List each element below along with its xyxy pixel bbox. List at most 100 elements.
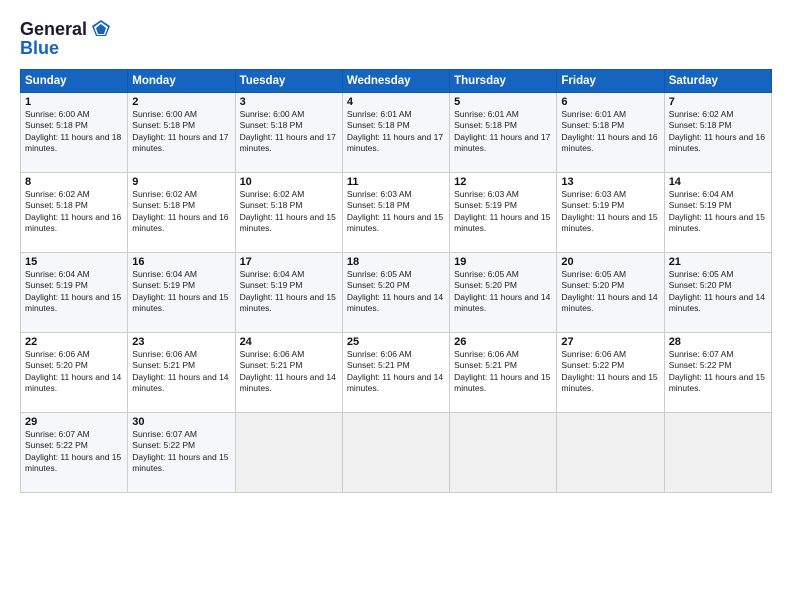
day-info: Sunrise: 6:04 AMSunset: 5:19 PMDaylight:… xyxy=(240,269,338,315)
day-info: Sunrise: 6:00 AMSunset: 5:18 PMDaylight:… xyxy=(240,109,338,155)
day-info: Sunrise: 6:02 AMSunset: 5:18 PMDaylight:… xyxy=(240,189,338,235)
day-number: 28 xyxy=(669,336,767,348)
day-info: Sunrise: 6:01 AMSunset: 5:18 PMDaylight:… xyxy=(454,109,552,155)
calendar-day-cell: 12Sunrise: 6:03 AMSunset: 5:19 PMDayligh… xyxy=(450,173,557,253)
day-info: Sunrise: 6:05 AMSunset: 5:20 PMDaylight:… xyxy=(669,269,767,315)
day-info: Sunrise: 6:00 AMSunset: 5:18 PMDaylight:… xyxy=(132,109,230,155)
calendar-week-row: 29Sunrise: 6:07 AMSunset: 5:22 PMDayligh… xyxy=(21,413,772,493)
day-info: Sunrise: 6:07 AMSunset: 5:22 PMDaylight:… xyxy=(25,429,123,475)
calendar-day-cell: 5Sunrise: 6:01 AMSunset: 5:18 PMDaylight… xyxy=(450,93,557,173)
day-number: 12 xyxy=(454,176,552,188)
logo-flag-icon xyxy=(90,18,112,40)
day-info: Sunrise: 6:04 AMSunset: 5:19 PMDaylight:… xyxy=(669,189,767,235)
day-number: 19 xyxy=(454,256,552,268)
day-number: 27 xyxy=(561,336,659,348)
day-number: 15 xyxy=(25,256,123,268)
day-info: Sunrise: 6:00 AMSunset: 5:18 PMDaylight:… xyxy=(25,109,123,155)
calendar-week-row: 8Sunrise: 6:02 AMSunset: 5:18 PMDaylight… xyxy=(21,173,772,253)
day-info: Sunrise: 6:06 AMSunset: 5:21 PMDaylight:… xyxy=(240,349,338,395)
day-info: Sunrise: 6:02 AMSunset: 5:18 PMDaylight:… xyxy=(669,109,767,155)
day-info: Sunrise: 6:06 AMSunset: 5:20 PMDaylight:… xyxy=(25,349,123,395)
logo-general-text: General xyxy=(20,19,87,40)
day-number: 22 xyxy=(25,336,123,348)
calendar-day-cell: 20Sunrise: 6:05 AMSunset: 5:20 PMDayligh… xyxy=(557,253,664,333)
day-info: Sunrise: 6:07 AMSunset: 5:22 PMDaylight:… xyxy=(132,429,230,475)
day-number: 9 xyxy=(132,176,230,188)
calendar-day-cell: 22Sunrise: 6:06 AMSunset: 5:20 PMDayligh… xyxy=(21,333,128,413)
day-number: 29 xyxy=(25,416,123,428)
calendar-day-cell xyxy=(557,413,664,493)
calendar-week-row: 1Sunrise: 6:00 AMSunset: 5:18 PMDaylight… xyxy=(21,93,772,173)
day-number: 11 xyxy=(347,176,445,188)
weekday-header-cell: Monday xyxy=(128,70,235,93)
weekday-header-cell: Tuesday xyxy=(235,70,342,93)
logo: General Blue xyxy=(20,18,112,59)
day-number: 4 xyxy=(347,96,445,108)
day-info: Sunrise: 6:04 AMSunset: 5:19 PMDaylight:… xyxy=(25,269,123,315)
day-info: Sunrise: 6:07 AMSunset: 5:22 PMDaylight:… xyxy=(669,349,767,395)
calendar-day-cell: 2Sunrise: 6:00 AMSunset: 5:18 PMDaylight… xyxy=(128,93,235,173)
day-info: Sunrise: 6:06 AMSunset: 5:21 PMDaylight:… xyxy=(454,349,552,395)
calendar-day-cell: 16Sunrise: 6:04 AMSunset: 5:19 PMDayligh… xyxy=(128,253,235,333)
day-info: Sunrise: 6:05 AMSunset: 5:20 PMDaylight:… xyxy=(347,269,445,315)
day-info: Sunrise: 6:02 AMSunset: 5:18 PMDaylight:… xyxy=(132,189,230,235)
day-info: Sunrise: 6:06 AMSunset: 5:21 PMDaylight:… xyxy=(132,349,230,395)
calendar-day-cell: 13Sunrise: 6:03 AMSunset: 5:19 PMDayligh… xyxy=(557,173,664,253)
day-info: Sunrise: 6:05 AMSunset: 5:20 PMDaylight:… xyxy=(454,269,552,315)
weekday-header-cell: Friday xyxy=(557,70,664,93)
weekday-header-cell: Thursday xyxy=(450,70,557,93)
calendar-day-cell: 27Sunrise: 6:06 AMSunset: 5:22 PMDayligh… xyxy=(557,333,664,413)
day-info: Sunrise: 6:03 AMSunset: 5:19 PMDaylight:… xyxy=(454,189,552,235)
day-info: Sunrise: 6:02 AMSunset: 5:18 PMDaylight:… xyxy=(25,189,123,235)
calendar-day-cell: 15Sunrise: 6:04 AMSunset: 5:19 PMDayligh… xyxy=(21,253,128,333)
calendar-day-cell xyxy=(664,413,771,493)
calendar-day-cell: 10Sunrise: 6:02 AMSunset: 5:18 PMDayligh… xyxy=(235,173,342,253)
day-info: Sunrise: 6:03 AMSunset: 5:19 PMDaylight:… xyxy=(561,189,659,235)
day-info: Sunrise: 6:03 AMSunset: 5:18 PMDaylight:… xyxy=(347,189,445,235)
calendar-day-cell: 9Sunrise: 6:02 AMSunset: 5:18 PMDaylight… xyxy=(128,173,235,253)
calendar-day-cell: 28Sunrise: 6:07 AMSunset: 5:22 PMDayligh… xyxy=(664,333,771,413)
weekday-header-cell: Saturday xyxy=(664,70,771,93)
day-info: Sunrise: 6:06 AMSunset: 5:21 PMDaylight:… xyxy=(347,349,445,395)
day-number: 20 xyxy=(561,256,659,268)
day-number: 2 xyxy=(132,96,230,108)
day-number: 1 xyxy=(25,96,123,108)
calendar-week-row: 22Sunrise: 6:06 AMSunset: 5:20 PMDayligh… xyxy=(21,333,772,413)
calendar-day-cell: 23Sunrise: 6:06 AMSunset: 5:21 PMDayligh… xyxy=(128,333,235,413)
calendar-day-cell: 19Sunrise: 6:05 AMSunset: 5:20 PMDayligh… xyxy=(450,253,557,333)
calendar-day-cell xyxy=(235,413,342,493)
day-info: Sunrise: 6:01 AMSunset: 5:18 PMDaylight:… xyxy=(561,109,659,155)
calendar-day-cell: 17Sunrise: 6:04 AMSunset: 5:19 PMDayligh… xyxy=(235,253,342,333)
day-number: 16 xyxy=(132,256,230,268)
calendar-day-cell: 8Sunrise: 6:02 AMSunset: 5:18 PMDaylight… xyxy=(21,173,128,253)
day-number: 24 xyxy=(240,336,338,348)
logo-blue-text: Blue xyxy=(20,38,112,59)
day-number: 14 xyxy=(669,176,767,188)
weekday-header-cell: Sunday xyxy=(21,70,128,93)
day-number: 10 xyxy=(240,176,338,188)
day-number: 13 xyxy=(561,176,659,188)
calendar-week-row: 15Sunrise: 6:04 AMSunset: 5:19 PMDayligh… xyxy=(21,253,772,333)
calendar-day-cell: 7Sunrise: 6:02 AMSunset: 5:18 PMDaylight… xyxy=(664,93,771,173)
day-number: 21 xyxy=(669,256,767,268)
calendar-day-cell: 21Sunrise: 6:05 AMSunset: 5:20 PMDayligh… xyxy=(664,253,771,333)
day-number: 3 xyxy=(240,96,338,108)
calendar-day-cell: 1Sunrise: 6:00 AMSunset: 5:18 PMDaylight… xyxy=(21,93,128,173)
day-info: Sunrise: 6:06 AMSunset: 5:22 PMDaylight:… xyxy=(561,349,659,395)
page-header: General Blue xyxy=(20,18,772,59)
day-number: 6 xyxy=(561,96,659,108)
calendar-day-cell: 4Sunrise: 6:01 AMSunset: 5:18 PMDaylight… xyxy=(342,93,449,173)
day-info: Sunrise: 6:05 AMSunset: 5:20 PMDaylight:… xyxy=(561,269,659,315)
day-number: 17 xyxy=(240,256,338,268)
day-number: 18 xyxy=(347,256,445,268)
day-info: Sunrise: 6:04 AMSunset: 5:19 PMDaylight:… xyxy=(132,269,230,315)
calendar-day-cell: 11Sunrise: 6:03 AMSunset: 5:18 PMDayligh… xyxy=(342,173,449,253)
weekday-header-cell: Wednesday xyxy=(342,70,449,93)
day-number: 26 xyxy=(454,336,552,348)
calendar-day-cell: 30Sunrise: 6:07 AMSunset: 5:22 PMDayligh… xyxy=(128,413,235,493)
calendar-body: 1Sunrise: 6:00 AMSunset: 5:18 PMDaylight… xyxy=(21,93,772,493)
calendar-day-cell: 3Sunrise: 6:00 AMSunset: 5:18 PMDaylight… xyxy=(235,93,342,173)
calendar-page: General Blue SundayMondayTuesdayWednesda… xyxy=(0,0,792,612)
calendar-table: SundayMondayTuesdayWednesdayThursdayFrid… xyxy=(20,69,772,493)
day-number: 25 xyxy=(347,336,445,348)
